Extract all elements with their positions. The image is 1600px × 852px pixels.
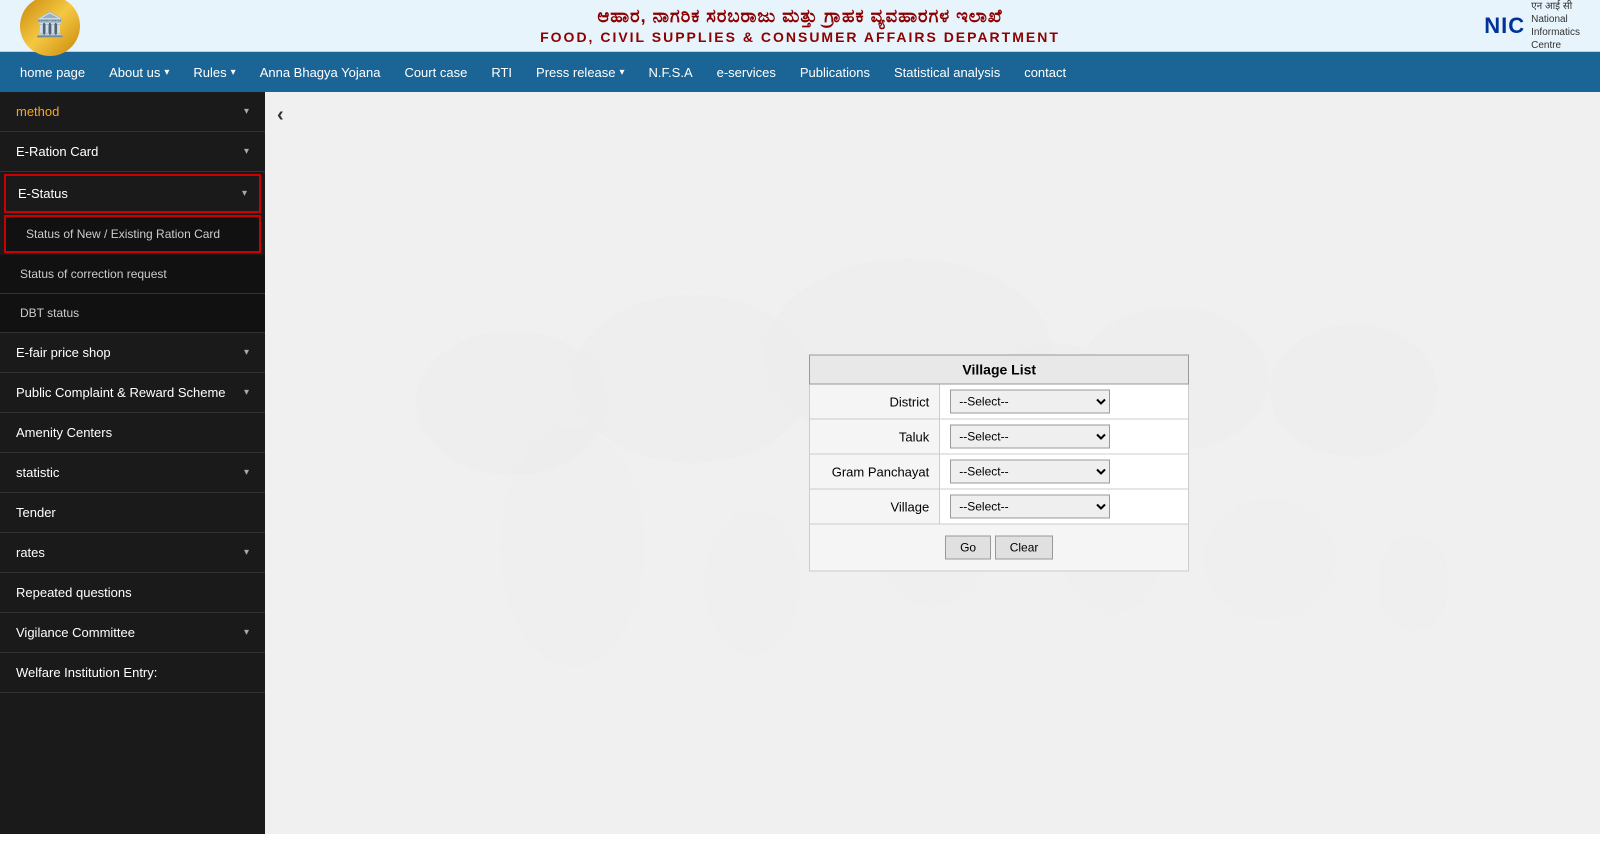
sidebar-item-dbt-status[interactable]: DBT status (0, 294, 265, 333)
nav-nfsa[interactable]: N.F.S.A (639, 52, 703, 92)
district-row: District --Select-- (810, 384, 1189, 419)
nav-rti[interactable]: RTI (481, 52, 522, 92)
page-layout: method ▾ E-Ration Card ▾ E-Status ▾ Stat… (0, 92, 1600, 834)
sidebar-item-rates[interactable]: rates ▾ (0, 533, 265, 573)
chevron-down-icon: ▾ (244, 467, 249, 478)
taluk-label: Taluk (810, 419, 940, 454)
nav-home[interactable]: home page (10, 52, 95, 92)
sidebar-label-dbt-status: DBT status (20, 306, 79, 320)
chevron-down-icon: ▾ (231, 67, 236, 78)
sidebar-item-vigilance-committee[interactable]: Vigilance Committee ▾ (0, 613, 265, 653)
nic-logo: NIC एन आई सीNationalInformaticsCentre (1484, 0, 1580, 52)
nav-rules[interactable]: Rules ▾ (183, 52, 245, 92)
chevron-down-icon: ▾ (244, 146, 249, 157)
english-title: FOOD, CIVIL SUPPLIES & CONSUMER AFFAIRS … (540, 29, 1060, 45)
header-center: ಆಹಾರ, ನಾಗರಿಕ ಸರಬರಾಜು ಮತ್ತು ಗ್ರಾಹಕ ವ್ಯವಹಾ… (540, 6, 1060, 45)
nav-anna-bhagya[interactable]: Anna Bhagya Yojana (250, 52, 391, 92)
nav-contact[interactable]: contact (1014, 52, 1076, 92)
sidebar-item-e-status[interactable]: E-Status ▾ (4, 174, 261, 213)
form-buttons: Go Clear (820, 530, 1178, 566)
district-label: District (810, 384, 940, 419)
nav-statistical-analysis[interactable]: Statistical analysis (884, 52, 1010, 92)
taluk-row: Taluk --Select-- (810, 419, 1189, 454)
nic-abbreviation: NIC (1484, 13, 1525, 39)
taluk-select[interactable]: --Select-- (950, 425, 1110, 449)
chevron-down-icon: ▾ (242, 188, 247, 199)
sidebar-item-method[interactable]: method ▾ (0, 92, 265, 132)
sidebar-label-vigilance-committee: Vigilance Committee (16, 625, 135, 640)
village-list-form: Village List District --Select-- Taluk (809, 355, 1189, 572)
chevron-down-icon: ▾ (244, 387, 249, 398)
sidebar-label-e-fair-price: E-fair price shop (16, 345, 111, 360)
chevron-down-icon: ▾ (244, 627, 249, 638)
gram-panchayat-label: Gram Panchayat (810, 454, 940, 489)
gram-panchayat-row: Gram Panchayat --Select-- (810, 454, 1189, 489)
sidebar-item-tender[interactable]: Tender (0, 493, 265, 533)
sidebar-label-tender: Tender (16, 505, 56, 520)
sidebar-label-e-ration-card: E-Ration Card (16, 144, 98, 159)
sidebar-item-public-complaint[interactable]: Public Complaint & Reward Scheme ▾ (0, 373, 265, 413)
state-emblem: 🏛️ (20, 0, 80, 56)
sidebar-label-e-status: E-Status (18, 186, 68, 201)
sidebar-item-status-correction[interactable]: Status of correction request (0, 255, 265, 294)
sidebar-label-rates: rates (16, 545, 45, 560)
village-row: Village --Select-- (810, 489, 1189, 524)
sidebar-label-public-complaint: Public Complaint & Reward Scheme (16, 385, 226, 400)
buttons-row: Go Clear (810, 524, 1189, 571)
sidebar-item-statistic[interactable]: statistic ▾ (0, 453, 265, 493)
sidebar: method ▾ E-Ration Card ▾ E-Status ▾ Stat… (0, 92, 265, 834)
nav-press-release[interactable]: Press release ▾ (526, 52, 635, 92)
sidebar-label-repeated-questions: Repeated questions (16, 585, 132, 600)
nic-full-name: एन आई सीNationalInformaticsCentre (1531, 0, 1580, 52)
chevron-down-icon: ▾ (244, 547, 249, 558)
sidebar-item-status-new-ration[interactable]: Status of New / Existing Ration Card (4, 215, 261, 253)
main-content: ‹ Village List District --Select-- (265, 92, 1600, 834)
back-button[interactable]: ‹ (277, 104, 284, 127)
sidebar-label-welfare-institution: Welfare Institution Entry: (16, 665, 157, 680)
sidebar-label-statistic: statistic (16, 465, 59, 480)
sidebar-label-method: method (16, 104, 59, 119)
nav-about[interactable]: About us ▾ (99, 52, 179, 92)
sidebar-item-amenity-centers[interactable]: Amenity Centers (0, 413, 265, 453)
village-select[interactable]: --Select-- (950, 495, 1110, 519)
sidebar-item-e-ration-card[interactable]: E-Ration Card ▾ (0, 132, 265, 172)
chevron-down-icon: ▾ (620, 67, 625, 78)
go-button[interactable]: Go (945, 536, 991, 560)
sidebar-label-status-new-ration: Status of New / Existing Ration Card (26, 227, 220, 241)
logo-emblem-area: 🏛️ (20, 0, 80, 56)
sidebar-label-amenity-centers: Amenity Centers (16, 425, 112, 440)
district-select[interactable]: --Select-- (950, 390, 1110, 414)
village-list-table: Village List District --Select-- Taluk (809, 355, 1189, 572)
nav-eservices[interactable]: e-services (707, 52, 786, 92)
village-label: Village (810, 489, 940, 524)
clear-button[interactable]: Clear (995, 536, 1054, 560)
village-list-title: Village List (810, 355, 1189, 384)
sidebar-item-e-fair-price[interactable]: E-fair price shop ▾ (0, 333, 265, 373)
kannada-title: ಆಹಾರ, ನಾಗರಿಕ ಸರಬರಾಜು ಮತ್ತು ಗ್ರಾಹಕ ವ್ಯವಹಾ… (540, 6, 1060, 27)
chevron-down-icon: ▾ (164, 67, 169, 78)
header: 🏛️ ಆಹಾರ, ನಾಗರಿಕ ಸರಬರಾಜು ಮತ್ತು ಗ್ರಾಹಕ ವ್ಯ… (0, 0, 1600, 52)
gram-panchayat-select[interactable]: --Select-- (950, 460, 1110, 484)
sidebar-item-repeated-questions[interactable]: Repeated questions (0, 573, 265, 613)
chevron-down-icon: ▾ (244, 347, 249, 358)
nav-court-case[interactable]: Court case (394, 52, 477, 92)
sidebar-label-status-correction: Status of correction request (20, 267, 167, 281)
chevron-down-icon: ▾ (244, 106, 249, 117)
nav-publications[interactable]: Publications (790, 52, 880, 92)
navbar: home page About us ▾ Rules ▾ Anna Bhagya… (0, 52, 1600, 92)
sidebar-item-welfare-institution[interactable]: Welfare Institution Entry: (0, 653, 265, 693)
